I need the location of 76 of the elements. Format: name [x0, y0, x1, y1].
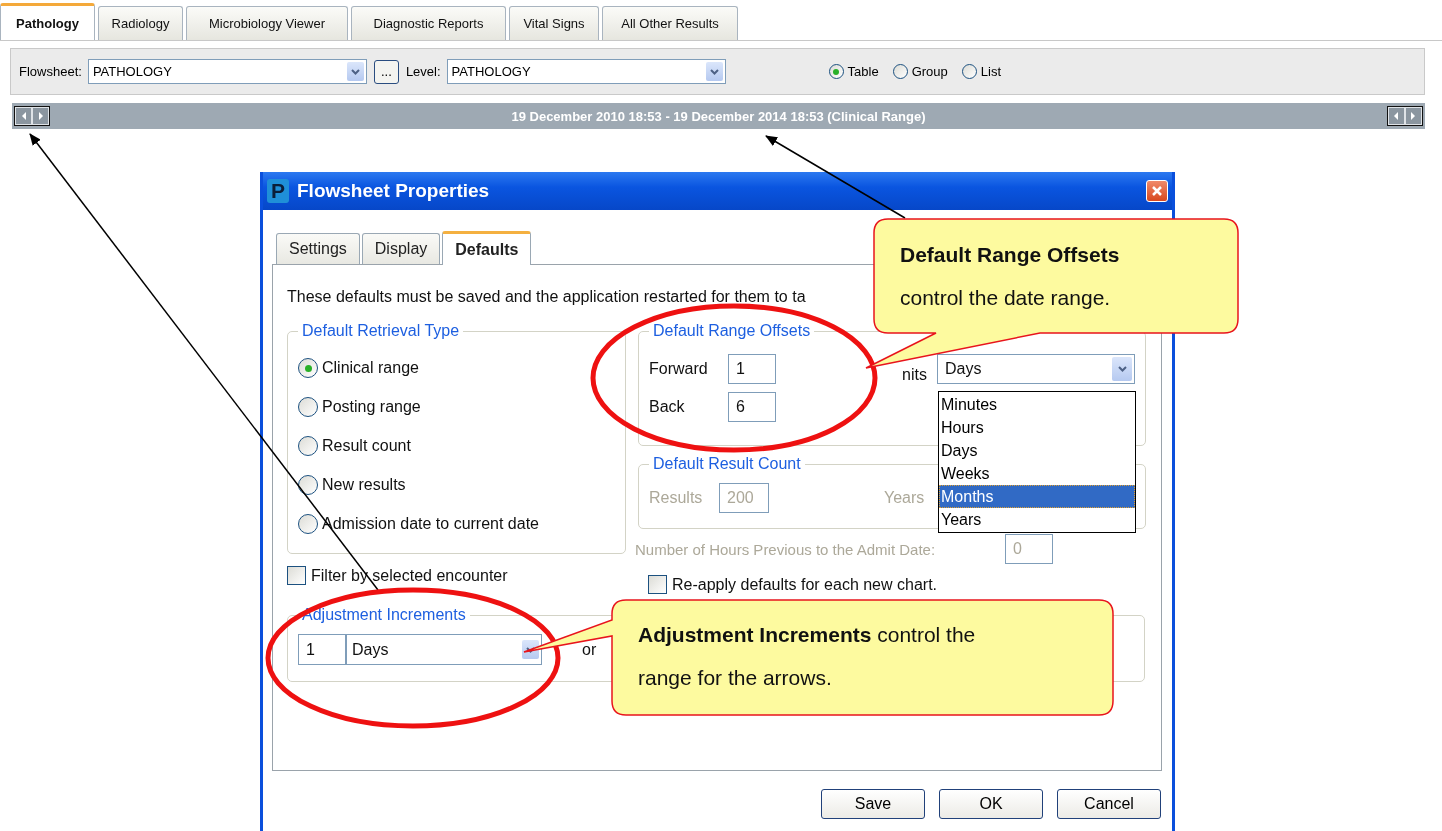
- or-label: or: [582, 640, 597, 659]
- radio-label[interactable]: Table: [847, 64, 879, 79]
- list-option[interactable]: Hours: [939, 416, 1135, 439]
- group-label: Default Retrieval Type: [301, 322, 461, 340]
- radio-button[interactable]: [298, 514, 318, 534]
- chevron-down-icon: [709, 68, 719, 75]
- field-label: Level:: [405, 64, 441, 79]
- text-field[interactable]: 1: [728, 354, 776, 384]
- radio-button[interactable]: [298, 358, 318, 378]
- list-option[interactable]: Years: [939, 508, 1135, 531]
- field-label: Years: [884, 489, 925, 507]
- description-text: These defaults must be saved and the application restarted for them to ta: [287, 288, 806, 306]
- checkbox-label[interactable]: Filter by selected encounter: [311, 566, 508, 585]
- group-label: Default Range Offsets: [652, 322, 812, 340]
- previous-button[interactable]: [15, 107, 32, 125]
- text-field[interactable]: 1: [298, 634, 346, 665]
- list-option[interactable]: Minutes: [939, 393, 1135, 416]
- app-logo: P: [267, 179, 289, 203]
- tab[interactable]: Pathology: [0, 3, 95, 40]
- callout-text: Adjustment Increments control the range for the arrows.: [638, 622, 977, 691]
- tab[interactable]: All Other Results: [602, 6, 738, 40]
- next-button[interactable]: [32, 107, 49, 125]
- list-option[interactable]: Days: [939, 439, 1135, 462]
- dialog-button[interactable]: Cancel: [1057, 789, 1161, 819]
- radio-button[interactable]: [892, 64, 908, 79]
- window-title: Flowsheet Properties: [297, 180, 491, 202]
- field-label: Back: [649, 398, 686, 416]
- level-dropdown[interactable]: PATHOLOGY: [446, 59, 726, 84]
- radio-button[interactable]: [828, 64, 844, 79]
- tab[interactable]: Radiology: [98, 6, 183, 40]
- tab[interactable]: Vital Signs: [509, 6, 599, 40]
- tab[interactable]: Defaults: [442, 231, 532, 265]
- list-option[interactable]: Weeks: [939, 462, 1135, 485]
- field-label: Results: [649, 489, 704, 507]
- right-triangle-icon: [1410, 112, 1417, 120]
- field-label: Number of Hours Previous to the Admit Date:: [635, 540, 936, 558]
- group-label: Default Result Count: [652, 455, 802, 473]
- chevron-down-icon: [1117, 366, 1127, 372]
- callout-text: Default Range Offsets control the date range.: [900, 242, 1121, 311]
- list-option[interactable]: Months: [939, 485, 1135, 508]
- dialog-button[interactable]: OK: [939, 789, 1043, 819]
- radio-label[interactable]: List: [980, 64, 1002, 79]
- radio-button[interactable]: [298, 475, 318, 495]
- tab[interactable]: Microbiology Viewer: [186, 6, 348, 40]
- close-icon: [1151, 185, 1163, 197]
- close-button[interactable]: [1146, 180, 1168, 202]
- checkbox-label[interactable]: Re-apply defaults for each new chart.: [672, 575, 938, 594]
- units-dropdown[interactable]: Days: [937, 354, 1135, 384]
- group-label: Adjustment Increments: [301, 606, 467, 624]
- field-label: nits: [902, 366, 927, 384]
- chevron-down-icon: [350, 68, 360, 75]
- tab[interactable]: Settings: [276, 233, 360, 264]
- radio-label[interactable]: New results: [322, 476, 406, 494]
- radio-label[interactable]: Group: [911, 64, 948, 79]
- date-range-text: 19 December 2010 18:53 - 19 December 2014 18:53 (Clinical Range): [511, 108, 926, 124]
- left-triangle-icon: [1393, 112, 1400, 120]
- radio-button[interactable]: [298, 436, 318, 456]
- previous-button[interactable]: [1388, 107, 1405, 125]
- radio-label[interactable]: Clinical range: [322, 359, 419, 377]
- radio-label[interactable]: Result count: [322, 437, 411, 455]
- checkbox[interactable]: [648, 575, 667, 594]
- unit-dropdown[interactable]: Days: [346, 634, 542, 665]
- field-label: Forward: [649, 360, 709, 378]
- tab[interactable]: Display: [361, 233, 441, 264]
- right-triangle-icon: [37, 112, 44, 120]
- flowsheet-dropdown[interactable]: PATHOLOGY: [87, 59, 367, 84]
- radio-label[interactable]: Posting range: [322, 398, 421, 416]
- tab[interactable]: Diagnostic Reports: [351, 6, 506, 40]
- field-label: Flowsheet:: [19, 64, 82, 79]
- browse-button[interactable]: ...: [373, 59, 399, 84]
- radio-button[interactable]: [961, 64, 977, 79]
- dialog-button[interactable]: Save: [821, 789, 925, 819]
- left-triangle-icon: [20, 112, 27, 120]
- radio-button[interactable]: [298, 397, 318, 417]
- text-field[interactable]: 6: [728, 392, 776, 422]
- checkbox[interactable]: [287, 566, 306, 585]
